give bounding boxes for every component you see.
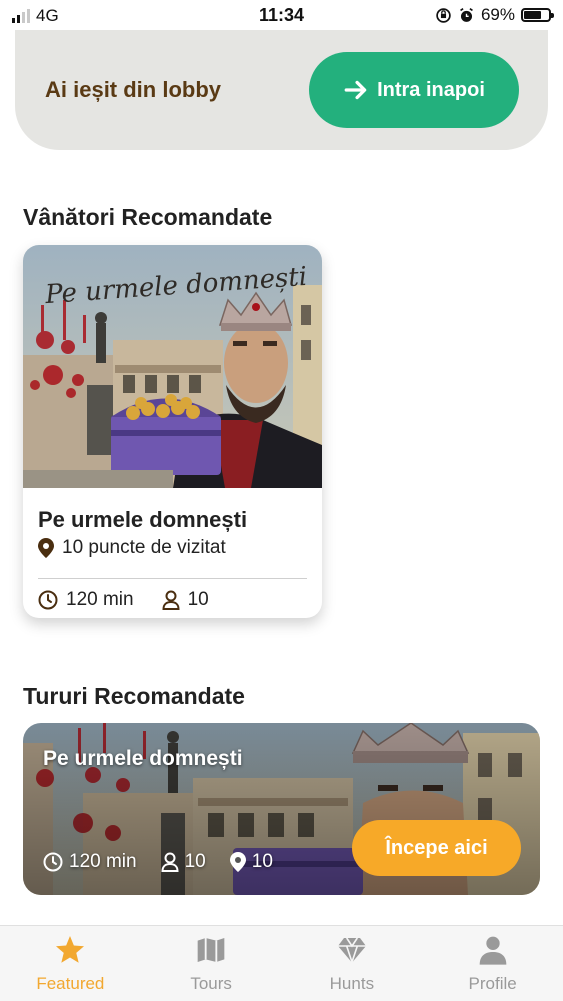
nav-label-tours: Tours bbox=[190, 974, 232, 993]
diamond-icon bbox=[337, 937, 366, 965]
location-pin-icon bbox=[229, 852, 246, 872]
hunts-section-title: Vânători Recomandate bbox=[23, 204, 273, 230]
tours-section-title: Tururi Recomandate bbox=[23, 683, 245, 709]
tour-stats-row: 120 min 10 10 bbox=[43, 851, 273, 873]
location-pin-icon bbox=[38, 538, 54, 558]
rejoin-lobby-label: Intra inapoi bbox=[377, 78, 485, 101]
battery-icon bbox=[521, 8, 554, 22]
nav-label-featured: Featured bbox=[36, 974, 105, 993]
status-right: 69% bbox=[435, 5, 554, 25]
arrow-right-icon bbox=[344, 80, 367, 100]
tour-card[interactable]: Pe urmele domnești 120 min 10 10 Începe … bbox=[23, 723, 540, 895]
nav-item-tours[interactable]: Tours bbox=[141, 926, 282, 1001]
hunt-cover-image: Pe urmele domnești bbox=[23, 245, 322, 488]
hunt-points: 10 puncte de vizitat bbox=[62, 537, 226, 558]
tour-title: Pe urmele domnești bbox=[43, 747, 243, 770]
map-icon bbox=[197, 938, 225, 962]
clock-icon bbox=[43, 852, 63, 872]
nav-label-hunts: Hunts bbox=[329, 974, 375, 993]
lobby-banner: Ai ieșit din lobby Intra inapoi bbox=[15, 30, 548, 150]
nav-item-hunts[interactable]: Hunts bbox=[282, 926, 423, 1001]
alarm-icon bbox=[460, 7, 473, 22]
person-icon bbox=[479, 936, 506, 965]
lobby-message: Ai ieșit din lobby bbox=[45, 77, 222, 102]
hunt-points-row: 10 puncte de vizitat bbox=[38, 537, 226, 559]
status-bar: 4G 11:34 69% bbox=[0, 0, 563, 32]
battery-percent: 69% bbox=[480, 5, 515, 24]
nav-label-profile: Profile bbox=[468, 974, 517, 993]
hunt-duration: 120 min bbox=[66, 589, 134, 610]
rejoin-lobby-button[interactable]: Intra inapoi bbox=[309, 52, 519, 128]
tour-players: 10 bbox=[184, 851, 206, 872]
hunt-stats-row: 120 min 10 bbox=[38, 589, 209, 611]
person-icon bbox=[161, 852, 179, 872]
hunt-players: 10 bbox=[187, 589, 209, 610]
nav-item-featured[interactable]: Featured bbox=[0, 926, 141, 1001]
hunt-title: Pe urmele domnești bbox=[38, 507, 248, 532]
clock-icon bbox=[38, 590, 58, 610]
person-icon bbox=[162, 590, 180, 610]
star-icon bbox=[56, 936, 85, 963]
tour-duration: 120 min bbox=[69, 851, 137, 872]
hunt-divider bbox=[38, 578, 307, 579]
start-tour-button[interactable]: Începe aici bbox=[352, 820, 521, 876]
hunt-card[interactable]: Pe urmele domnești Pe urmele domnești 10… bbox=[23, 245, 322, 618]
bottom-nav: Featured Tours Hunts Profile bbox=[0, 925, 563, 1001]
tour-points: 10 bbox=[251, 851, 273, 872]
nav-item-profile[interactable]: Profile bbox=[422, 926, 563, 1001]
orientation-lock-icon bbox=[436, 7, 451, 23]
